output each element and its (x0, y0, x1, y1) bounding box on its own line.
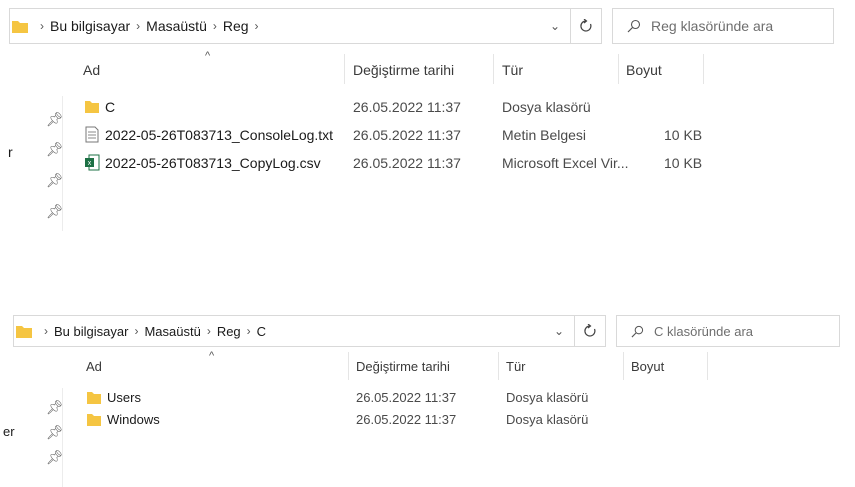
folder-icon (16, 326, 32, 338)
chevron-right-icon[interactable]: › (134, 324, 138, 338)
refresh-button[interactable] (570, 8, 602, 44)
file-date: 26.05.2022 11:37 (353, 127, 461, 143)
address-bar[interactable]: › Bu bilgisayar › Masaüstü › Reg › ⌄ (9, 8, 599, 44)
chevron-right-icon[interactable]: › (44, 324, 48, 338)
file-row[interactable]: Users 26.05.2022 11:37 Dosya klasörü (0, 387, 855, 409)
chevron-right-icon[interactable]: › (255, 19, 259, 33)
chevron-down-icon[interactable]: ⌄ (554, 324, 564, 338)
file-size: 10 KB (664, 155, 703, 171)
search-box[interactable]: Reg klasöründe ara (612, 8, 834, 44)
column-header-date[interactable]: Değiştirme tarihi (356, 359, 450, 374)
explorer-window-c: › Bu bilgisayar › Masaüstü › Reg › C ⌄ C… (0, 310, 855, 487)
chevron-right-icon[interactable]: › (247, 324, 251, 338)
file-row[interactable]: Windows 26.05.2022 11:37 Dosya klasörü (0, 409, 855, 431)
search-placeholder: C klasöründe ara (654, 323, 753, 339)
chevron-down-icon[interactable]: ⌄ (550, 19, 560, 33)
column-header-name[interactable]: Ad (83, 62, 100, 78)
folder-icon (12, 21, 28, 33)
sort-ascending-icon: ^ (205, 50, 211, 62)
breadcrumb-item[interactable]: C (257, 324, 266, 339)
breadcrumb-item[interactable]: Reg (223, 18, 249, 34)
file-type: Dosya klasörü (506, 412, 589, 427)
column-header-name[interactable]: Ad (86, 359, 102, 374)
column-header-size[interactable]: Boyut (631, 359, 664, 374)
column-divider[interactable] (498, 352, 499, 380)
column-header-date[interactable]: Değiştirme tarihi (353, 62, 454, 78)
column-header-size[interactable]: Boyut (626, 62, 662, 78)
refresh-icon (580, 19, 592, 32)
pin-icon[interactable]: 📌︎ (46, 203, 64, 220)
chevron-right-icon[interactable]: › (207, 324, 211, 338)
search-placeholder: Reg klasöründe ara (651, 18, 774, 34)
chevron-right-icon[interactable]: › (136, 19, 140, 33)
file-date: 26.05.2022 11:37 (353, 155, 461, 171)
explorer-window-reg: › Bu bilgisayar › Masaüstü › Reg › ⌄ Reg… (0, 0, 855, 240)
breadcrumb-item[interactable]: Bu bilgisayar (50, 18, 130, 34)
file-date: 26.05.2022 11:37 (356, 390, 457, 405)
file-name: Users (107, 390, 141, 405)
column-divider[interactable] (344, 54, 345, 84)
breadcrumb-item[interactable]: Masaüstü (144, 324, 200, 339)
column-divider[interactable] (703, 54, 704, 84)
pin-icon[interactable]: 📌︎ (46, 172, 64, 189)
search-icon (631, 325, 644, 337)
file-name: Windows (107, 412, 160, 427)
breadcrumb-item[interactable]: Reg (217, 324, 241, 339)
breadcrumb-item[interactable]: Masaüstü (146, 18, 207, 34)
folder-icon (87, 414, 101, 426)
refresh-button[interactable] (574, 315, 606, 347)
chevron-right-icon[interactable]: › (213, 19, 217, 33)
refresh-icon (584, 324, 596, 337)
file-date: 26.05.2022 11:37 (356, 412, 457, 427)
column-divider[interactable] (707, 352, 708, 380)
file-name: 2022-05-26T083713_CopyLog.csv (105, 155, 321, 171)
address-bar[interactable]: › Bu bilgisayar › Masaüstü › Reg › C ⌄ (13, 315, 603, 347)
file-type: Dosya klasörü (502, 99, 591, 115)
file-name: C (105, 99, 116, 115)
file-type: Dosya klasörü (506, 390, 589, 405)
sort-ascending-icon: ^ (209, 350, 215, 362)
file-row[interactable]: C 26.05.2022 11:37 Dosya klasörü (0, 96, 855, 118)
chevron-right-icon[interactable]: › (40, 19, 44, 33)
svg-text:x: x (88, 160, 92, 167)
search-icon (627, 19, 641, 33)
file-name: 2022-05-26T083713_ConsoleLog.txt (105, 127, 334, 143)
file-date: 26.05.2022 11:37 (353, 99, 461, 115)
file-row[interactable]: 2022-05-26T083713_ConsoleLog.txt 26.05.2… (0, 124, 855, 146)
column-divider[interactable] (493, 54, 494, 84)
folder-icon (85, 101, 99, 113)
excel-file-icon: x (85, 154, 100, 171)
folder-icon (87, 392, 101, 404)
file-type: Microsoft Excel Vir... (502, 155, 629, 171)
pin-icon[interactable]: 📌︎ (46, 449, 64, 466)
search-box[interactable]: C klasöründe ara (616, 315, 840, 347)
file-type: Metin Belgesi (502, 127, 587, 143)
breadcrumb-item[interactable]: Bu bilgisayar (54, 324, 128, 339)
column-divider[interactable] (623, 352, 624, 380)
file-row[interactable]: x 2022-05-26T083713_CopyLog.csv 26.05.20… (0, 152, 855, 174)
column-header-type[interactable]: Tür (506, 359, 526, 374)
text-file-icon (85, 126, 99, 143)
file-size: 10 KB (664, 127, 703, 143)
column-divider[interactable] (618, 54, 619, 84)
column-header-type[interactable]: Tür (502, 62, 523, 78)
column-divider[interactable] (348, 352, 349, 380)
